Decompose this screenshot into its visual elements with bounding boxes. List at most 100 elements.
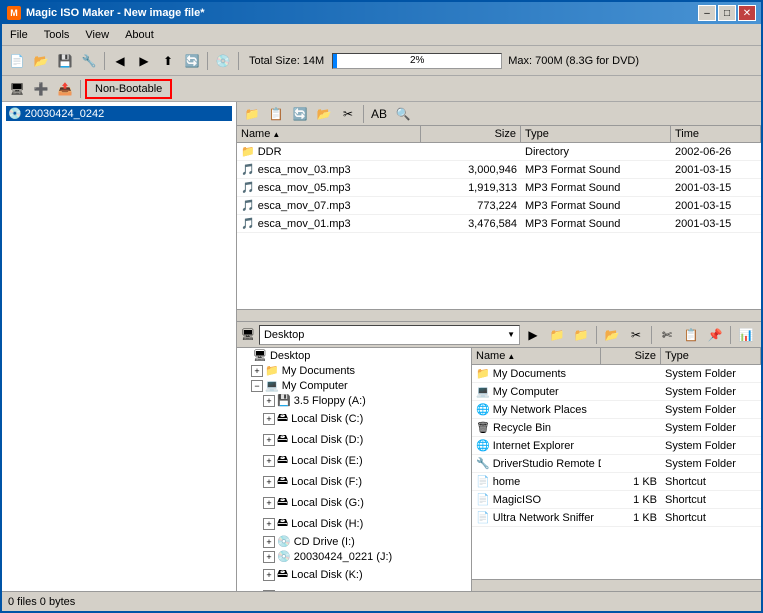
file-list-hscroll[interactable]	[237, 309, 761, 321]
expand-btn[interactable]: +	[263, 536, 275, 548]
exp-file-row[interactable]: 🌐Internet Explorer System Folder	[472, 437, 761, 455]
maximize-button[interactable]: □	[718, 5, 736, 21]
file-list-headers: Name ▲ Size Type Time	[237, 126, 761, 143]
expand-btn[interactable]: +	[263, 434, 275, 446]
menu-about[interactable]: About	[117, 26, 162, 44]
tree-node[interactable]: + 🖴 Local Disk (F:)	[237, 471, 471, 492]
forward-button[interactable]: ▶	[133, 50, 155, 72]
close-button[interactable]: ✕	[738, 5, 756, 21]
exp-cell-type: System Folder	[661, 437, 761, 454]
add-files-btn[interactable]: ➕	[30, 78, 52, 100]
rename-btn[interactable]: 🔄	[289, 103, 311, 125]
expand-btn[interactable]: +	[263, 518, 275, 530]
exp-copy-btn[interactable]: 📋	[680, 324, 702, 346]
back-btn2[interactable]: 📁	[241, 103, 263, 125]
new-button[interactable]: 📄	[6, 50, 28, 72]
exp-col-type[interactable]: Type	[661, 348, 761, 364]
extract-btn[interactable]: 📤	[54, 78, 76, 100]
new-folder-btn[interactable]: 📋	[265, 103, 287, 125]
rename-btn2[interactable]: AB	[368, 103, 390, 125]
tree-node[interactable]: 🖥 Desktop	[237, 348, 471, 363]
back-button[interactable]: ◀	[109, 50, 131, 72]
file-cell-time: 2002-06-26	[671, 143, 761, 160]
exp-file-row[interactable]: 📁My Documents System Folder	[472, 365, 761, 383]
exp-cut-btn[interactable]: ✄	[656, 324, 678, 346]
exp-hscroll[interactable]	[472, 579, 761, 591]
file-row[interactable]: 🎵esca_mov_01.mp3 3,476,584 MP3 Format So…	[237, 215, 761, 233]
exp-col-name[interactable]: Name ▲	[472, 348, 601, 364]
exp-cell-type: Shortcut	[661, 509, 761, 526]
exp-file-row[interactable]: 🔧DriverStudio Remote Data System Folder	[472, 455, 761, 473]
col-time[interactable]: Time	[671, 126, 761, 142]
tree-node[interactable]: + 💾 3.5 Floppy (A:)	[237, 393, 471, 408]
open-button[interactable]: 📂	[30, 50, 52, 72]
app-icon: M	[7, 6, 21, 20]
burn-button[interactable]: 💿	[212, 50, 234, 72]
expand-btn[interactable]: +	[263, 569, 275, 581]
tree-node[interactable]: + 💿 CD Drive (I:)	[237, 534, 471, 549]
tree-node[interactable]: − 💻 My Computer	[237, 378, 471, 393]
exp-file-row[interactable]: 📄Ultra Network Sniffer 1 KB Shortcut	[472, 509, 761, 527]
exp-file-row[interactable]: 🌐My Network Places System Folder	[472, 401, 761, 419]
tree-node[interactable]: + 💿 20030424_0221 (J:)	[237, 549, 471, 564]
progress-label: 2%	[333, 54, 501, 68]
tree-node[interactable]: + 🖴 Local Disk (H:)	[237, 513, 471, 534]
minimize-button[interactable]: –	[698, 5, 716, 21]
exp-cell-name: 🔧DriverStudio Remote Data	[472, 455, 601, 472]
file-row[interactable]: 📁DDR Directory 2002-06-26	[237, 143, 761, 161]
go-btn[interactable]: ▶	[522, 324, 544, 346]
main-window: M Magic ISO Maker - New image file* – □ …	[0, 0, 763, 613]
up-button[interactable]: ⬆	[157, 50, 179, 72]
col-name[interactable]: Name ▲	[237, 126, 421, 142]
expand-btn[interactable]: −	[251, 380, 263, 392]
iso-prop-btn[interactable]: 🖥	[6, 78, 28, 100]
exp-file-row[interactable]: 💻My Computer System Folder	[472, 383, 761, 401]
expand-btn[interactable]: +	[263, 455, 275, 467]
new-folder-btn2[interactable]: 📂	[313, 103, 335, 125]
exp-new-btn[interactable]: 📂	[601, 324, 623, 346]
tree-node[interactable]: + 🖴 Local Disk (K:)	[237, 564, 471, 585]
save-button[interactable]: 💾	[54, 50, 76, 72]
tree-node[interactable]: + 🖴 Local Disk (E:)	[237, 450, 471, 471]
iso-tree-panel: 💿 20030424_0242	[2, 102, 237, 591]
exp-del-btn[interactable]: ✂	[625, 324, 647, 346]
col-size[interactable]: Size	[421, 126, 521, 142]
menu-view[interactable]: View	[77, 26, 117, 44]
file-row[interactable]: 🎵esca_mov_03.mp3 3,000,946 MP3 Format So…	[237, 161, 761, 179]
file-row[interactable]: 🎵esca_mov_07.mp3 773,224 MP3 Format Soun…	[237, 197, 761, 215]
exp-file-row[interactable]: 📄MagicISO 1 KB Shortcut	[472, 491, 761, 509]
expand-btn[interactable]: +	[263, 476, 275, 488]
menu-tools[interactable]: Tools	[36, 26, 78, 44]
iso-root-item[interactable]: 💿 20030424_0242	[6, 106, 232, 121]
expand-btn[interactable]: +	[263, 395, 275, 407]
exp-cell-size	[601, 401, 661, 418]
exp-file-row[interactable]: 📄home 1 KB Shortcut	[472, 473, 761, 491]
exp-cell-size: 1 KB	[601, 509, 661, 526]
exp-fwd-btn[interactable]: 📁	[570, 324, 592, 346]
extract-btn2[interactable]: 🔍	[392, 103, 414, 125]
toolbar-btn4[interactable]: 🔧	[78, 50, 100, 72]
col-type[interactable]: Type	[521, 126, 671, 142]
exp-paste-btn[interactable]: 📌	[704, 324, 726, 346]
exp-back-btn[interactable]: 📁	[546, 324, 568, 346]
expand-btn[interactable]: +	[251, 365, 263, 377]
tree-node[interactable]: + 📁 My Documents	[237, 363, 471, 378]
iso-root-label: 20030424_0242	[25, 108, 105, 120]
expand-btn[interactable]: +	[263, 551, 275, 563]
exp-file-row[interactable]: 🗑Recycle Bin System Folder	[472, 419, 761, 437]
toolbar-btn5[interactable]: 🔄	[181, 50, 203, 72]
tree-node[interactable]: + 🖴 Local Disk (D:)	[237, 429, 471, 450]
expand-btn[interactable]: +	[263, 413, 275, 425]
delete-btn[interactable]: ✂	[337, 103, 359, 125]
tree-node[interactable]: + 🖴 Local Disk (C:)	[237, 408, 471, 429]
tree-node[interactable]: + 🖴 Local Disk (G:)	[237, 492, 471, 513]
explorer-toolbar: 🖥 Desktop ▼ ▶ 📁 📁 📂 ✂ ✄	[237, 322, 761, 348]
expand-btn[interactable]: +	[263, 497, 275, 509]
menu-file[interactable]: File	[2, 26, 36, 44]
address-combo[interactable]: Desktop ▼	[259, 325, 520, 345]
exp-col-size[interactable]: Size	[601, 348, 661, 364]
exp-cell-name: 🌐My Network Places	[472, 401, 601, 418]
exp-view-btn[interactable]: 📊	[735, 324, 757, 346]
file-row[interactable]: 🎵esca_mov_05.mp3 1,919,313 MP3 Format So…	[237, 179, 761, 197]
progress-container: 2%	[332, 53, 502, 69]
